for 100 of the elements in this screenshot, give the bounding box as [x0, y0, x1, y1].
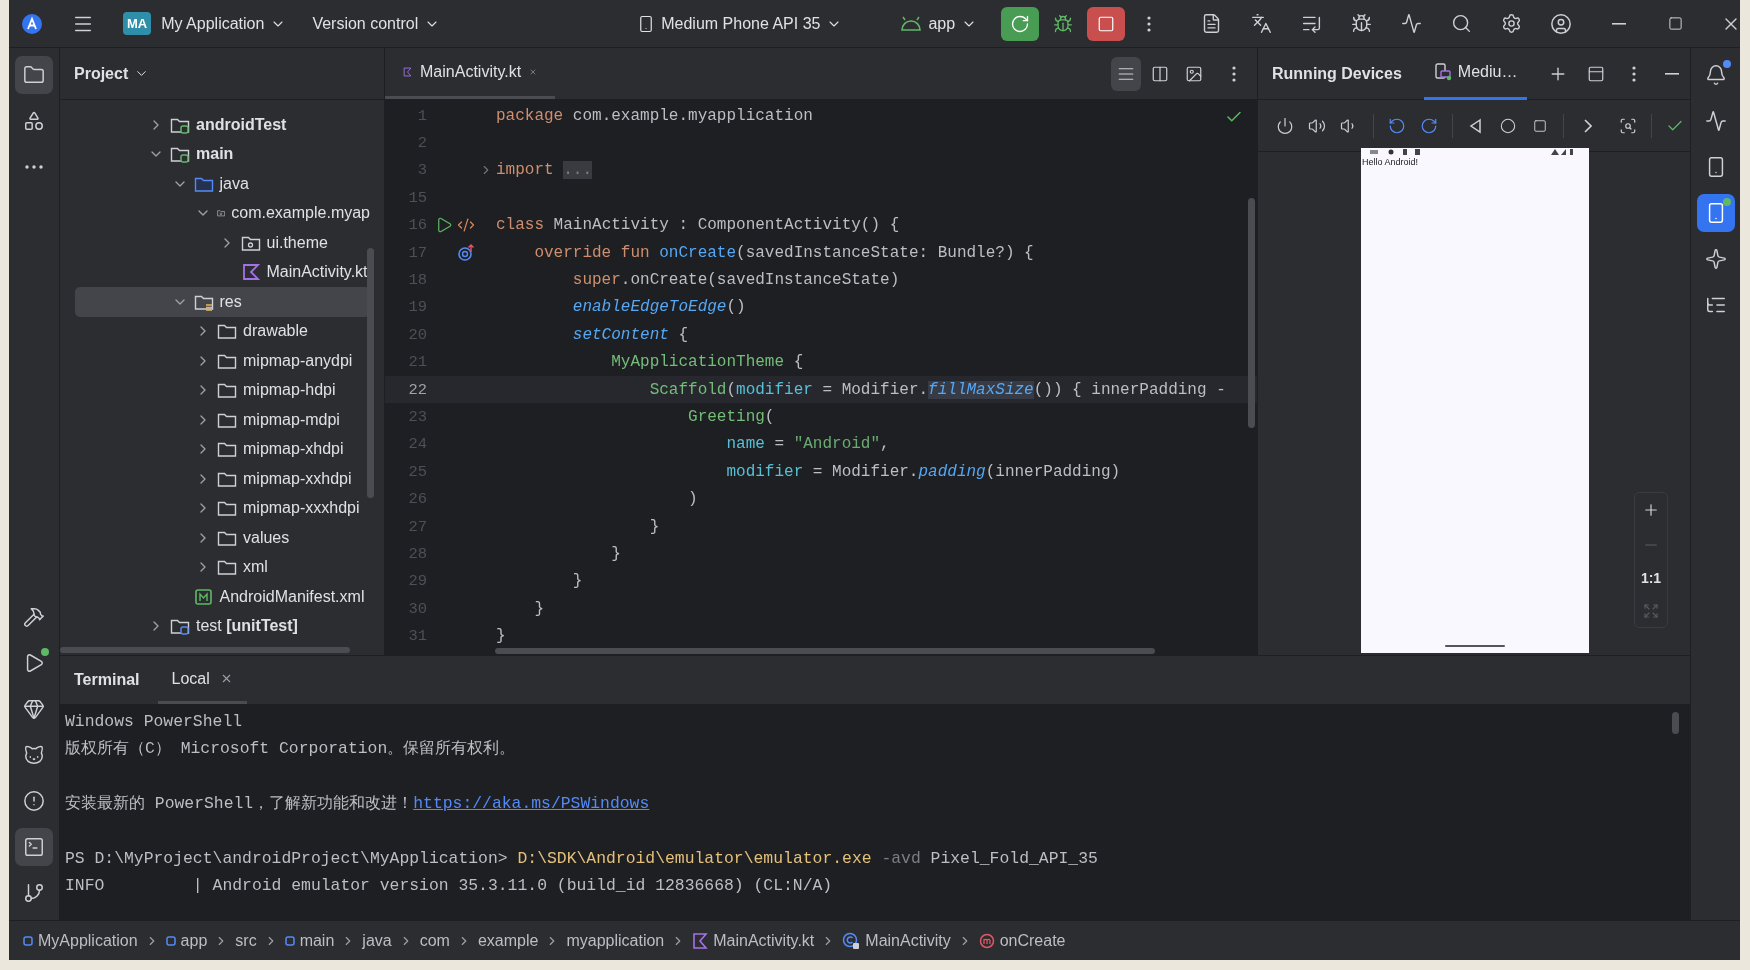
- code-line: Scaffold(modifier = Modifier.fillMaxSize()) { innerPadding -: [648, 380, 1226, 399]
- breadcrumb-item[interactable]: app: [165, 931, 208, 950]
- design-view-icon: [1185, 64, 1203, 83]
- folder-icon: [217, 440, 237, 459]
- breadcrumb-item[interactable]: MyApplication: [23, 931, 138, 950]
- app-logo-icon[interactable]: [21, 12, 43, 35]
- shapes-icon: [23, 110, 45, 132]
- tree-item[interactable]: androidTest: [75, 110, 370, 140]
- link[interactable]: https://aka.ms/PSWindows: [413, 794, 650, 814]
- device-dropdown[interactable]: Medium Phone API 35: [631, 10, 849, 37]
- code-line: setContent {: [571, 325, 689, 344]
- code-line: }: [533, 599, 544, 618]
- tree-item[interactable]: mipmap-hdpi: [75, 375, 370, 405]
- maximize-icon: [1667, 16, 1683, 31]
- panel-title: Running Devices: [1272, 64, 1402, 83]
- tree-item[interactable]: ui.theme: [75, 228, 370, 258]
- rotate-right-icon: [1419, 116, 1438, 135]
- code-line: package com.example.myapplication: [496, 106, 813, 125]
- tree-item[interactable]: main: [75, 139, 370, 169]
- terminal-tool-button[interactable]: [15, 828, 53, 866]
- activity-icon: [1704, 110, 1727, 132]
- terminal-line: INFO | Android emulator version 35.3.11.0 (build_id 12836668) (CL:N/A): [65, 876, 833, 896]
- breadcrumb-item[interactable]: onCreate: [978, 931, 1066, 950]
- terminal-line: Windows PowerShell: [65, 712, 243, 731]
- terminal-line: PS D:\MyProject\androidProject\MyApplication> D:\SDK\Android\emulator\emulator.exe -avd Pixel_Fold_API_35: [65, 848, 1098, 868]
- tree-item[interactable]: drawable: [75, 316, 370, 346]
- code-line: enableEdgeToEdge(): [571, 298, 746, 317]
- more-icon: [1147, 15, 1152, 32]
- rerun-button[interactable]: [1001, 6, 1040, 41]
- scrollbar-thumb[interactable]: [495, 648, 1155, 654]
- folder-icon: [170, 617, 190, 636]
- scrollbar-thumb[interactable]: [1672, 712, 1679, 734]
- module-icon: [284, 935, 295, 946]
- tree-item[interactable]: mipmap-xxhdpi: [75, 464, 370, 494]
- tree-item[interactable]: com.example.myap: [75, 198, 370, 228]
- folder-icon: [170, 145, 190, 164]
- more-icon: [25, 165, 43, 169]
- code-line: ): [687, 490, 698, 509]
- scrollbar-thumb[interactable]: [367, 248, 374, 498]
- device-screen[interactable]: Hello Android!: [1361, 148, 1589, 653]
- terminal-line: 安装最新的 PowerShell，了解新功能和改进！https://aka.ms/PSWindows: [65, 794, 650, 814]
- panel-title: Terminal: [74, 670, 140, 690]
- run-icon[interactable]: [435, 216, 453, 235]
- android-icon: [900, 15, 923, 32]
- breadcrumb-item[interactable]: MainActivity.kt: [692, 931, 815, 950]
- folder-tool-button[interactable]: [15, 56, 53, 94]
- tree-item[interactable]: mipmap-anydpi: [75, 346, 370, 376]
- breadcrumb-item[interactable]: java: [362, 931, 392, 950]
- terminal-tab[interactable]: Local: [157, 656, 247, 704]
- folder-icon: [217, 381, 237, 400]
- translate-icon: [1250, 13, 1272, 34]
- breadcrumb-item[interactable]: main: [284, 931, 335, 950]
- tree-item[interactable]: mipmap-mdpi: [75, 405, 370, 435]
- more-icon: [1632, 65, 1637, 82]
- stop-button[interactable]: [1087, 6, 1126, 41]
- code-line: }: [571, 572, 583, 591]
- settings-icon: [1500, 13, 1522, 34]
- tree-item[interactable]: mipmap-xxxhdpi: [75, 493, 370, 523]
- override-icon[interactable]: [457, 243, 475, 262]
- tree-item[interactable]: xml: [75, 552, 370, 582]
- tree-item[interactable]: java: [75, 169, 370, 199]
- version-control-dropdown[interactable]: Version control: [306, 10, 447, 37]
- scrollbar-thumb[interactable]: [60, 647, 350, 653]
- more-icon: [1232, 65, 1236, 82]
- code-line: name = "Android",: [725, 435, 890, 454]
- kotlin-file-icon: [403, 64, 413, 80]
- devices-tool-button[interactable]: [1696, 194, 1735, 232]
- code-line: modifier = Modifier.padding(innerPadding): [725, 462, 1121, 481]
- actual-size-button[interactable]: 1:1: [1640, 570, 1662, 587]
- folder-icon: [217, 499, 237, 518]
- run-config-dropdown[interactable]: app: [894, 10, 984, 37]
- tree-item[interactable]: MainActivity.kt: [75, 257, 370, 287]
- app-project-selector[interactable]: MA My Application: [117, 8, 293, 39]
- breadcrumb-item[interactable]: MainActivity: [842, 931, 951, 950]
- code-line: }: [610, 544, 621, 563]
- minimize-icon: [1612, 22, 1627, 25]
- scrollbar-thumb[interactable]: [1248, 198, 1255, 428]
- folder-icon: [217, 322, 237, 341]
- tree-item[interactable]: res: [75, 287, 370, 317]
- code-icon[interactable]: [457, 216, 475, 235]
- cat-icon: [23, 744, 45, 766]
- greeting-text: Hello Android!: [1361, 156, 1419, 168]
- code-line: override fun onCreate(savedInstanceState: Bundle?) {: [533, 243, 1034, 262]
- breadcrumb-item[interactable]: src: [235, 931, 257, 950]
- project-view-dropdown[interactable]: Project: [74, 64, 150, 83]
- hammer-icon: [23, 606, 45, 628]
- breadcrumb-item[interactable]: example: [477, 931, 539, 950]
- minimize-icon: [1665, 72, 1680, 75]
- code-line: Greeting(: [687, 408, 775, 426]
- breadcrumb-item[interactable]: com: [419, 931, 450, 950]
- tree-item[interactable]: mipmap-xhdpi: [75, 434, 370, 464]
- device-icon: [1433, 63, 1452, 81]
- breadcrumb-item[interactable]: myapplication: [566, 931, 665, 950]
- screen-search-icon: [1618, 116, 1637, 135]
- tree-item[interactable]: test [unitTest]: [75, 611, 370, 641]
- code-line: class MainActivity : ComponentActivity() {: [496, 216, 900, 235]
- device-tab[interactable]: Mediu…: [1423, 48, 1528, 100]
- tree-item[interactable]: AndroidManifest.xml: [75, 582, 370, 612]
- tree-item[interactable]: values: [75, 523, 370, 553]
- code-view-button[interactable]: [1111, 56, 1141, 91]
